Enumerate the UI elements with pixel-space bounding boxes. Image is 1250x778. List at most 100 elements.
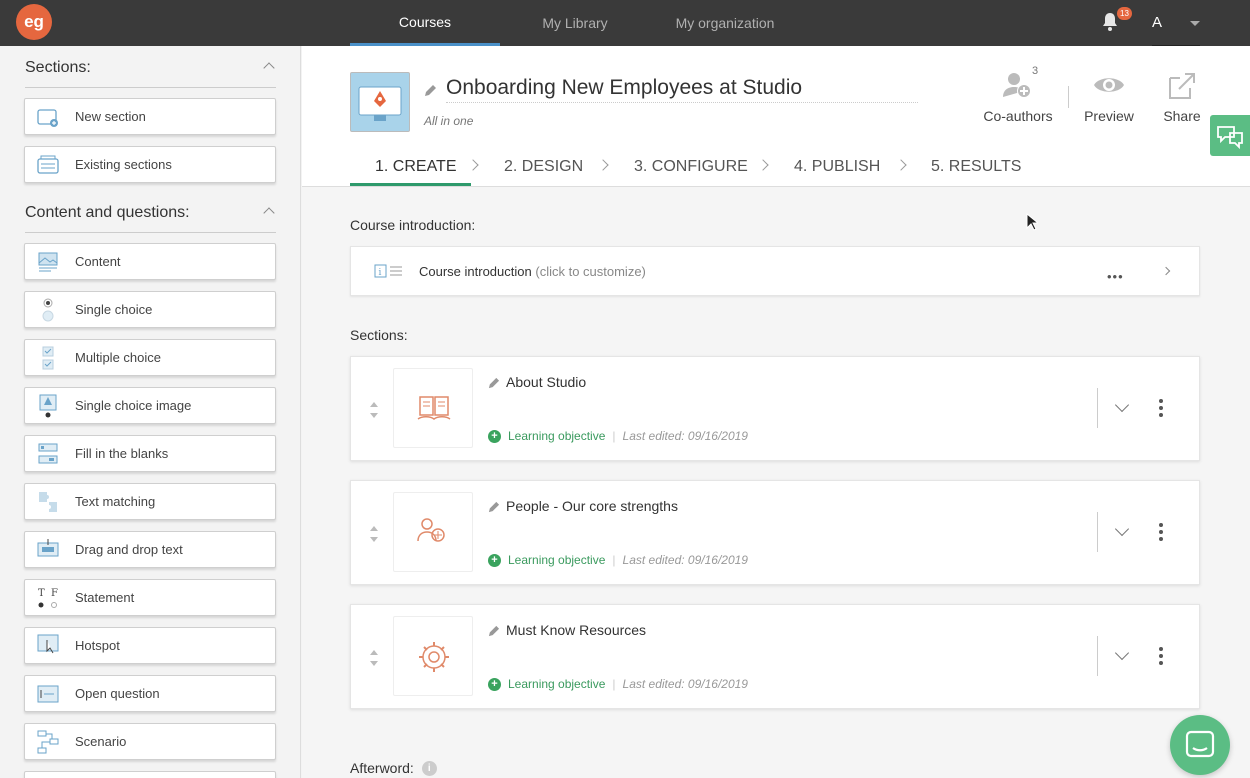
chevron-down-icon[interactable]: [1114, 521, 1130, 537]
kebab-menu-icon[interactable]: [1159, 647, 1163, 668]
pencil-icon[interactable]: [488, 501, 500, 513]
section-title[interactable]: People - Our core strengths: [506, 498, 678, 514]
step-configure[interactable]: 3. CONFIGURE: [634, 158, 748, 176]
sidebar-item-multiple-choice[interactable]: Multiple choice: [24, 339, 276, 376]
learning-objective[interactable]: + Learning objective | Last edited: 09/1…: [488, 429, 748, 443]
eye-icon: [1094, 78, 1124, 92]
book-icon: [417, 396, 451, 420]
info-icon[interactable]: i: [421, 760, 437, 776]
course-introduction-card[interactable]: i Course introduction (click to customiz…: [350, 246, 1200, 296]
course-thumbnail[interactable]: [350, 72, 410, 132]
sidebar-item-single-choice-image[interactable]: Single choice image: [24, 387, 276, 424]
user-initial: A: [1152, 14, 1163, 31]
statement-icon: TF: [38, 588, 58, 608]
sidebar-item-label: Single choice image: [75, 398, 192, 413]
chevron-down-icon[interactable]: [1114, 645, 1130, 661]
tab-courses[interactable]: Courses: [350, 0, 500, 46]
sidebar-item-label: Fill in the blanks: [75, 446, 169, 461]
sections-header[interactable]: Sections:: [25, 48, 276, 88]
chevron-right-icon[interactable]: [1161, 266, 1171, 276]
pencil-icon[interactable]: [424, 84, 437, 97]
plus-icon: +: [488, 553, 501, 567]
section-card[interactable]: About Studio + Learning objective | Last…: [350, 356, 1200, 461]
coauthors-label: Co-authors: [983, 108, 1053, 124]
single-choice-icon: [42, 298, 54, 322]
scenario-icon: [37, 730, 59, 754]
step-publish[interactable]: 4. PUBLISH: [794, 158, 880, 176]
sidebar-item-label: Single choice: [75, 302, 153, 317]
svg-text:i: i: [379, 268, 382, 278]
intro-label: Course introduction:: [350, 217, 476, 233]
single-choice-image-icon: [39, 394, 57, 418]
drag-handle-icon[interactable]: [369, 401, 379, 419]
active-step-indicator: [350, 183, 471, 186]
sidebar-item-more[interactable]: [24, 771, 276, 778]
sidebar-item-existing-sections[interactable]: Existing sections: [24, 146, 276, 183]
course-title[interactable]: Onboarding New Employees at Studio: [446, 76, 918, 103]
last-edited: Last edited: 09/16/2019: [622, 429, 748, 443]
sidebar-item-new-section[interactable]: New section: [24, 98, 276, 135]
section-image[interactable]: [393, 492, 473, 572]
support-chat-button[interactable]: [1170, 715, 1230, 775]
pencil-icon[interactable]: [488, 625, 500, 637]
drag-handle-icon[interactable]: [369, 525, 379, 543]
pencil-icon[interactable]: [488, 377, 500, 389]
drag-drop-icon: [37, 539, 59, 557]
section-card[interactable]: Must Know Resources + Learning objective…: [350, 604, 1200, 709]
section-title[interactable]: Must Know Resources: [506, 622, 646, 638]
people-icon: [417, 518, 445, 542]
step-create[interactable]: 1. CREATE: [375, 158, 457, 176]
section-title[interactable]: About Studio: [506, 374, 586, 390]
plus-icon: +: [488, 429, 501, 443]
tab-my-library[interactable]: My Library: [500, 0, 650, 46]
last-edited: Last edited: 09/16/2019: [622, 677, 748, 691]
more-options-icon[interactable]: •••: [1107, 269, 1124, 284]
notification-badge: 13: [1117, 7, 1132, 20]
content-header-label: Content and questions:: [25, 203, 190, 221]
user-menu[interactable]: A: [1152, 0, 1200, 46]
drag-handle-icon[interactable]: [369, 649, 379, 667]
sidebar-item-fill-in-the-blanks[interactable]: Fill in the blanks: [24, 435, 276, 472]
step-results[interactable]: 5. RESULTS: [931, 158, 1021, 176]
chevron-up-icon[interactable]: [263, 207, 275, 219]
sidebar-item-label: Open question: [75, 686, 160, 701]
multiple-choice-icon: [42, 346, 54, 370]
content-header[interactable]: Content and questions:: [25, 193, 276, 233]
step-design[interactable]: 2. DESIGN: [504, 158, 583, 176]
divider: [1097, 636, 1098, 676]
kebab-menu-icon[interactable]: [1159, 399, 1163, 420]
svg-text:F: F: [51, 588, 58, 599]
feedback-tab[interactable]: [1210, 115, 1250, 156]
sidebar-item-hotspot[interactable]: Hotspot: [24, 627, 276, 664]
chevron-down-icon[interactable]: [1114, 397, 1130, 413]
preview-button[interactable]: Preview: [1069, 70, 1149, 124]
content-icon: [38, 252, 58, 272]
hotspot-icon: [37, 634, 59, 654]
learning-objective[interactable]: + Learning objective | Last edited: 09/1…: [488, 553, 748, 567]
chevron-up-icon[interactable]: [263, 62, 275, 74]
sidebar-item-content[interactable]: Content: [24, 243, 276, 280]
coauthors-button[interactable]: Co-authors: [978, 70, 1058, 124]
sidebar-item-label: Statement: [75, 590, 135, 605]
sidebar-item-open-question[interactable]: Open question: [24, 675, 276, 712]
chevron-right-icon: [467, 159, 479, 171]
tab-my-organization[interactable]: My organization: [650, 0, 800, 46]
intro-card-title: Course introduction (click to customize): [419, 264, 646, 279]
course-header: Onboarding New Employees at Studio All i…: [302, 46, 1250, 187]
sidebar-item-label: Multiple choice: [75, 350, 161, 365]
section-card[interactable]: People - Our core strengths + Learning o…: [350, 480, 1200, 585]
svg-text:T: T: [38, 588, 45, 599]
section-image[interactable]: [393, 616, 473, 696]
logo[interactable]: eg: [16, 4, 52, 40]
sidebar-item-label: New section: [75, 109, 146, 124]
section-image[interactable]: [393, 368, 473, 448]
sections-label: Sections:: [350, 327, 408, 343]
sidebar-item-statement[interactable]: TF Statement: [24, 579, 276, 616]
chevron-right-icon: [895, 159, 907, 171]
sidebar-item-single-choice[interactable]: Single choice: [24, 291, 276, 328]
sidebar-item-text-matching[interactable]: Text matching: [24, 483, 276, 520]
sidebar-item-drag-and-drop-text[interactable]: Drag and drop text: [24, 531, 276, 568]
sidebar-item-scenario[interactable]: Scenario: [24, 723, 276, 760]
learning-objective[interactable]: + Learning objective | Last edited: 09/1…: [488, 677, 748, 691]
kebab-menu-icon[interactable]: [1159, 523, 1163, 544]
